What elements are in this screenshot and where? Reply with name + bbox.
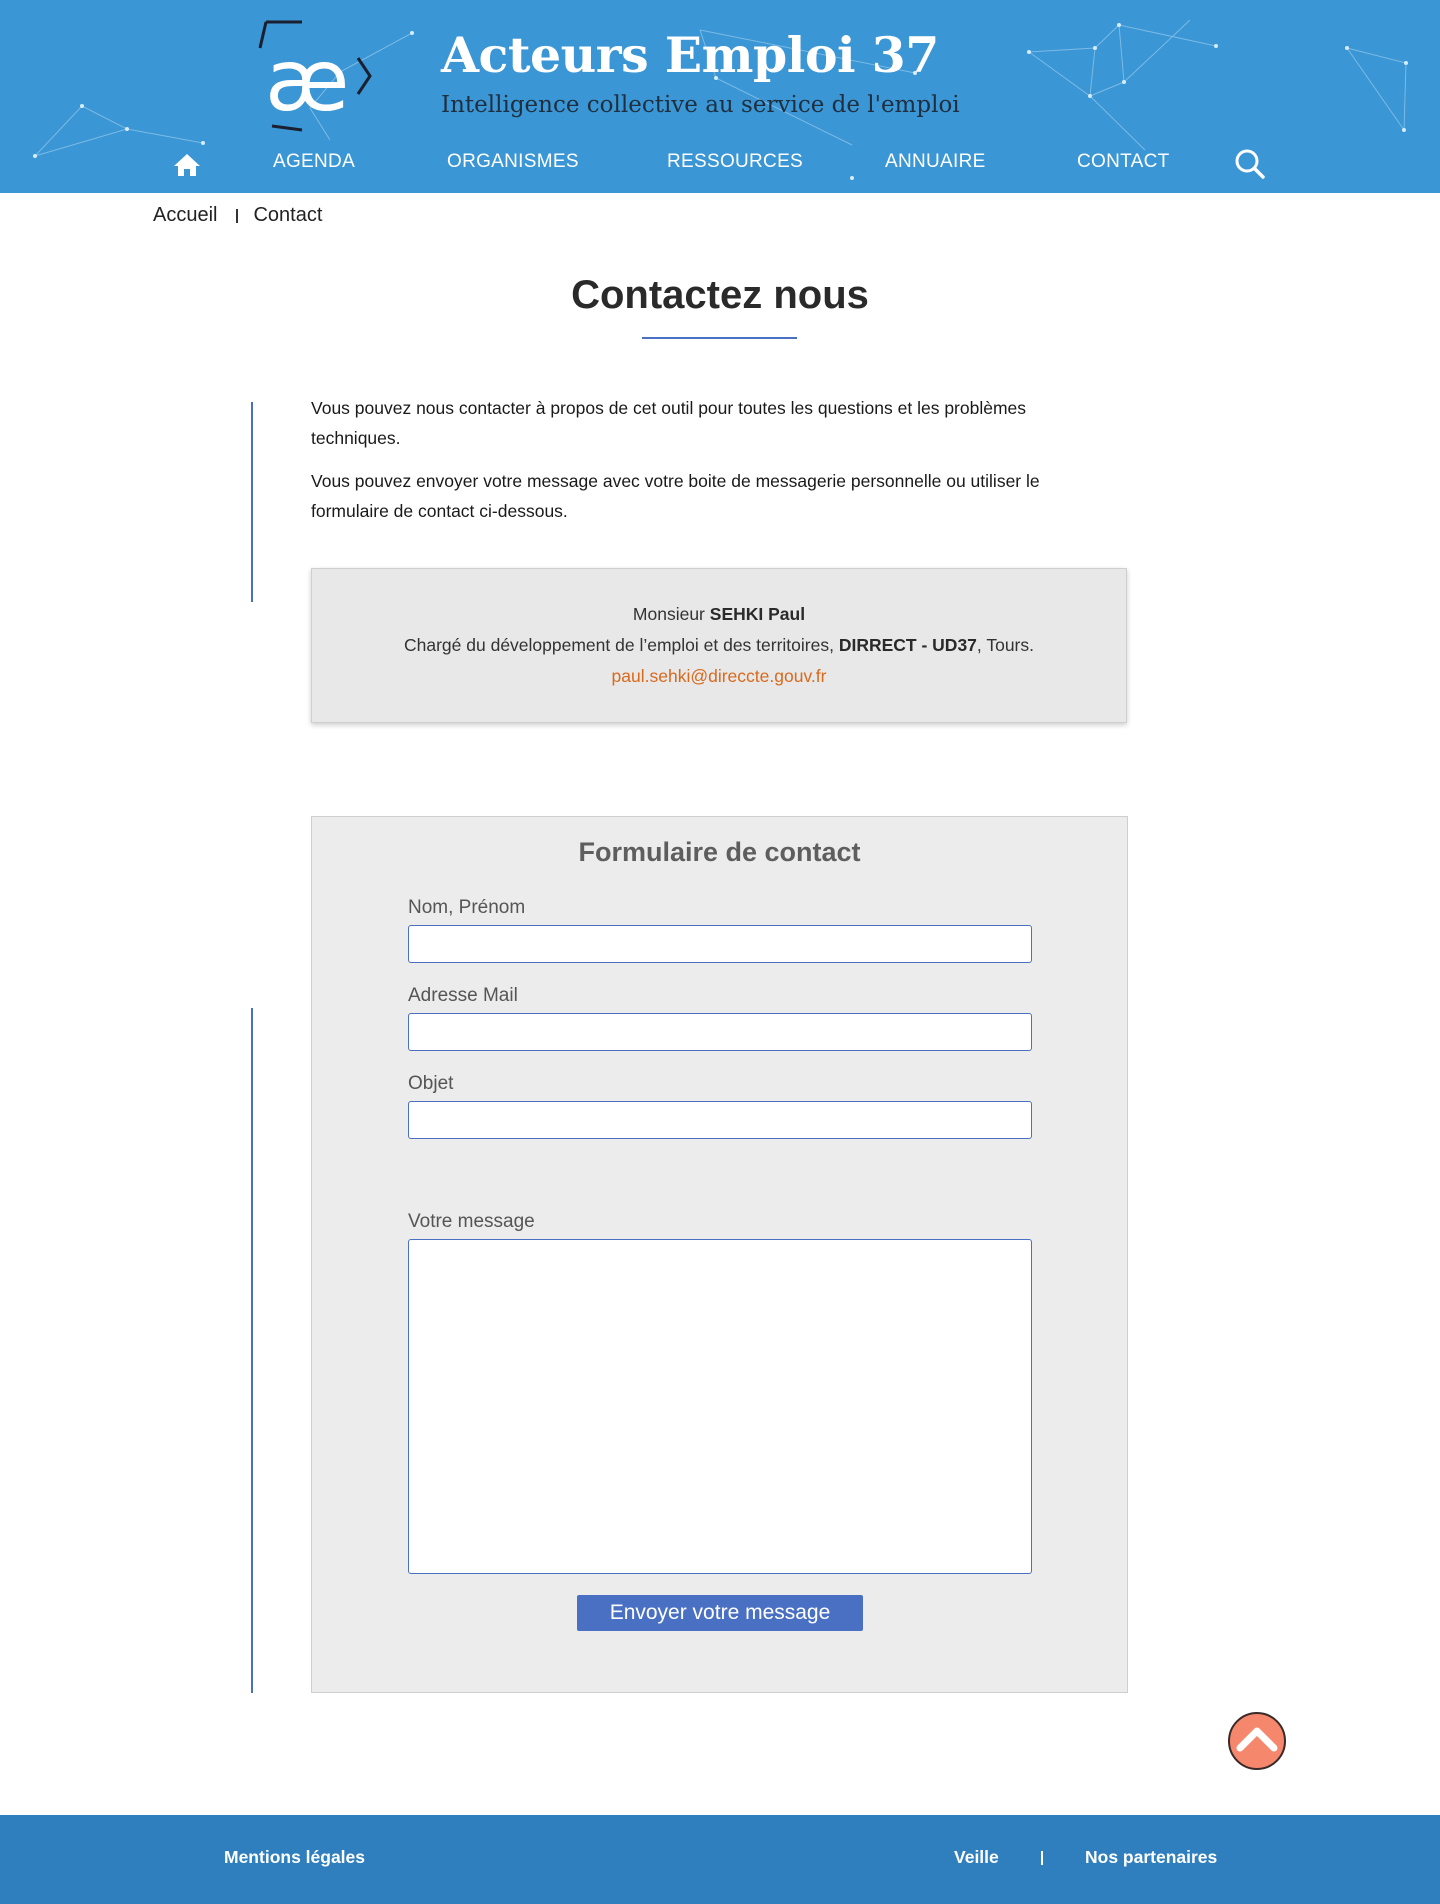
intro-paragraph-2: Vous pouvez envoyer votre message avec v… [311, 471, 1040, 521]
title-underline [642, 337, 797, 339]
contact-name-line: Monsieur SEHKI Paul [312, 599, 1126, 630]
contact-form: Formulaire de contact Nom, Prénom Adress… [311, 816, 1128, 1693]
form-title: Formulaire de contact [578, 837, 861, 867]
ae-ligature-logo[interactable]: æ [258, 18, 372, 132]
breadcrumb-home-link[interactable]: Accueil [153, 204, 217, 226]
nav-item-annuaire[interactable]: ANNUAIRE [885, 151, 986, 173]
nav-item-agenda[interactable]: AGENDA [273, 151, 355, 173]
message-label: Votre message [408, 1211, 535, 1232]
contact-org: DIRRECT - UD37 [838, 635, 977, 655]
site-tagline: Intelligence collective au service de l'… [441, 92, 960, 118]
contact-card: Monsieur SEHKI Paul Chargé du développem… [311, 568, 1127, 723]
footer-watch-link[interactable]: Veille [954, 1847, 999, 1868]
intro-paragraph-1: Vous pouvez nous contacter à propos de c… [311, 398, 1027, 448]
email-label: Adresse Mail [408, 985, 518, 1006]
footer-legal-link[interactable]: Mentions légales [224, 1847, 365, 1868]
site-header: æ Acteurs Emploi 37 Intelligence collect… [0, 0, 1440, 193]
site-footer: Mentions légales Veille Nos partenaires [0, 1815, 1440, 1904]
name-field[interactable] [408, 925, 1032, 963]
subject-label: Objet [408, 1073, 454, 1094]
nav-item-ressources[interactable]: RESSOURCES [667, 151, 803, 173]
contact-role-line: Chargé du développement de l’emploi et d… [312, 630, 1126, 661]
breadcrumb: Accueil Contact [153, 204, 322, 227]
contact-role: Chargé du développement de l’emploi et d… [404, 635, 834, 655]
subject-field[interactable] [408, 1101, 1032, 1139]
home-icon[interactable] [172, 152, 202, 178]
contact-email-link[interactable]: paul.sehki@direccte.gouv.fr [612, 666, 827, 686]
site-title[interactable]: Acteurs Emploi 37 [441, 26, 939, 84]
contact-city: , Tours. [976, 635, 1034, 655]
search-icon[interactable] [1234, 148, 1266, 180]
main-nav: AGENDA ORGANISMES RESSOURCES ANNUAIRE CO… [0, 142, 1440, 186]
nav-item-contact[interactable]: CONTACT [1077, 151, 1170, 173]
name-label: Nom, Prénom [408, 897, 526, 918]
message-field[interactable] [408, 1239, 1032, 1574]
form-accent-bar [251, 1008, 253, 1693]
footer-partners-link[interactable]: Nos partenaires [1085, 1847, 1217, 1868]
chevron-up-icon [1236, 1727, 1278, 1752]
back-to-top-button[interactable] [1228, 1712, 1286, 1770]
contact-name: SEHKI Paul [709, 604, 806, 624]
svg-text:æ: æ [265, 31, 349, 131]
breadcrumb-current: Contact [253, 204, 323, 226]
intro-accent-bar [251, 402, 253, 602]
contact-civility: Monsieur [632, 604, 705, 624]
breadcrumb-separator [236, 208, 239, 223]
page-title: Contactez nous [571, 273, 869, 317]
nav-item-organismes[interactable]: ORGANISMES [447, 151, 579, 173]
email-field[interactable] [408, 1013, 1032, 1051]
footer-separator [1041, 1851, 1043, 1865]
submit-button[interactable]: Envoyer votre message [577, 1595, 863, 1631]
